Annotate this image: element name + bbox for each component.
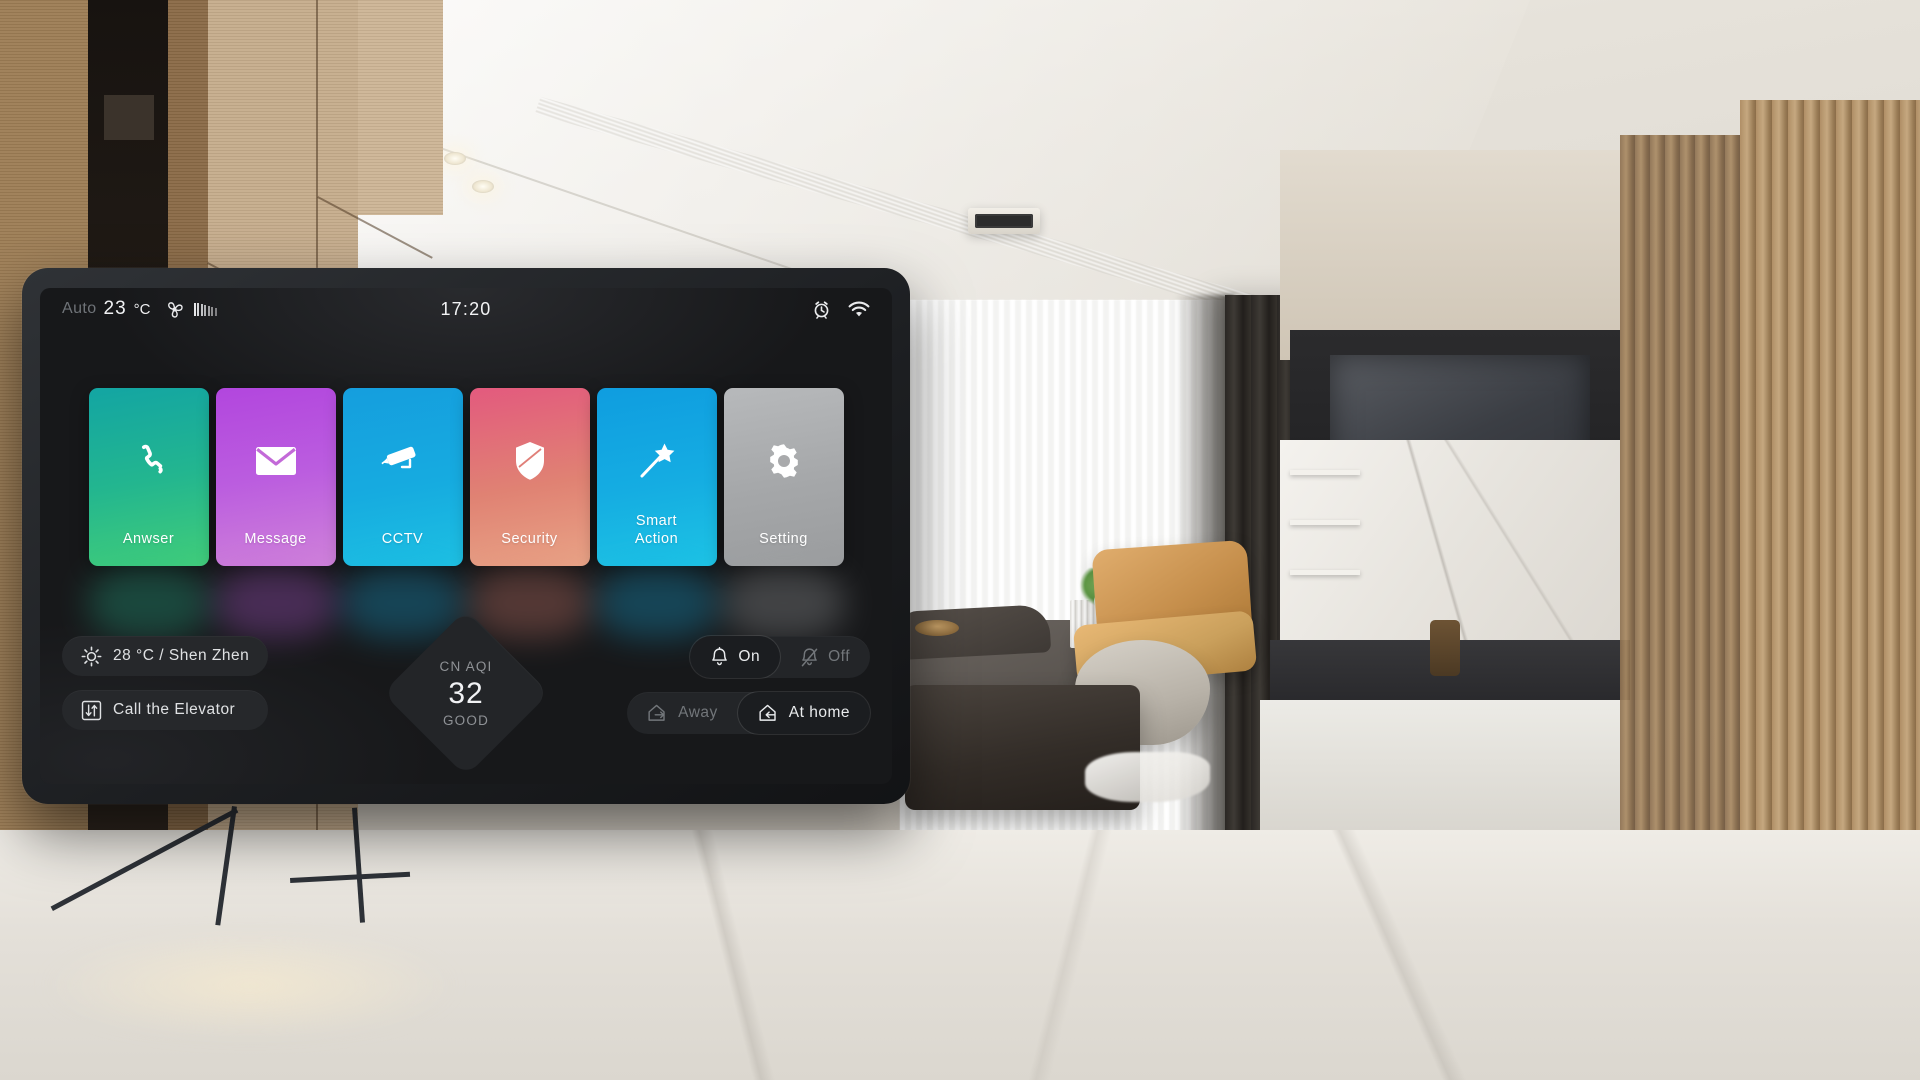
- tile-label-cctv: CCTV: [381, 530, 424, 547]
- wall-panel-device: Auto 23 °C 17:20 Anwser Message CCTV Sec…: [22, 268, 910, 804]
- wall-shelf-2: [1290, 520, 1360, 525]
- tile-smart-action[interactable]: Smart Action: [596, 388, 717, 566]
- call-elevator-label: Call the Elevator: [113, 701, 236, 718]
- at-home-button[interactable]: At home: [737, 692, 870, 734]
- envelope-icon: [216, 438, 336, 484]
- app-tile-grid: Anwser Message CCTV Security Smart Actio…: [40, 388, 892, 566]
- floor-light-reflection: [40, 930, 460, 1040]
- wifi-icon[interactable]: [848, 301, 870, 318]
- at-home-label: At home: [788, 704, 850, 721]
- air-quality-widget[interactable]: CN AQI 32 GOOD: [382, 598, 550, 784]
- right-widgets: On Off Away At home: [627, 636, 870, 734]
- doorbell-off-label: Off: [828, 648, 850, 665]
- wood-cabinet-panel-2: [358, 0, 443, 215]
- gear-icon: [724, 438, 844, 484]
- tile-answer[interactable]: Anwser: [88, 388, 209, 566]
- tile-label-smart-action: Smart Action: [634, 512, 679, 547]
- sun-icon: [81, 646, 102, 667]
- presence-toggle: Away At home: [627, 692, 870, 734]
- hvac-temperature: 23: [103, 298, 127, 319]
- weather-text: 28 °C / Shen Zhen: [113, 647, 250, 664]
- house-arrow-out-icon: [647, 703, 669, 723]
- status-bar: Auto 23 °C 17:20: [40, 288, 892, 330]
- tile-cctv[interactable]: CCTV: [342, 388, 463, 566]
- magic-wand-icon: [597, 438, 717, 484]
- away-button[interactable]: Away: [627, 692, 738, 734]
- hvac-mode-label: Auto: [62, 300, 97, 317]
- downlight-4: [472, 180, 494, 193]
- fan-speed-bars: [193, 302, 217, 316]
- aqi-standard-label: CN AQI: [439, 658, 493, 674]
- tile-setting[interactable]: Setting: [723, 388, 844, 566]
- tile-message[interactable]: Message: [215, 388, 336, 566]
- elevator-arrows-icon: [81, 700, 102, 721]
- downlight-3: [444, 152, 466, 165]
- left-widgets: 28 °C / Shen Zhen Call the Elevator: [62, 636, 269, 730]
- floor-basket: [1430, 620, 1460, 676]
- bottom-widget-row: 28 °C / Shen Zhen Call the Elevator CN A…: [40, 609, 892, 777]
- fan-icon: [164, 300, 185, 319]
- cctv-camera-icon: [343, 438, 463, 484]
- wall-shelf-3: [1290, 570, 1360, 575]
- doorbell-toggle: On Off: [690, 636, 870, 678]
- panel-screen: Auto 23 °C 17:20 Anwser Message CCTV Sec…: [40, 288, 892, 784]
- dark-recess-shelf: [104, 95, 154, 140]
- wall-shelf-1: [1290, 470, 1360, 475]
- shield-icon: [470, 438, 590, 484]
- alarm-clock-icon[interactable]: [812, 300, 831, 319]
- doorbell-off-button[interactable]: Off: [780, 636, 870, 678]
- call-elevator-button[interactable]: Call the Elevator: [62, 690, 269, 730]
- phone-icon: [89, 438, 209, 484]
- tile-label-message: Message: [244, 530, 307, 547]
- aqi-state-label: GOOD: [442, 712, 490, 728]
- hvac-status-group[interactable]: Auto 23 °C: [62, 298, 217, 320]
- ceiling-spot-fixture: [968, 208, 1040, 234]
- tile-label-security: Security: [501, 530, 558, 547]
- aqi-value: 32: [448, 676, 484, 710]
- away-label: Away: [678, 704, 718, 721]
- bell-icon: [710, 646, 729, 668]
- slat-wall-inner: [1620, 135, 1740, 925]
- weather-widget[interactable]: 28 °C / Shen Zhen: [62, 636, 269, 676]
- aqi-readout: CN AQI 32 GOOD: [440, 659, 493, 728]
- floor-throw: [1085, 752, 1210, 802]
- bell-slash-icon: [800, 647, 819, 668]
- straw-hat: [915, 620, 959, 636]
- status-icons-group: [812, 300, 870, 319]
- hvac-temperature-unit: °C: [133, 300, 151, 318]
- right-wall-upper: [1280, 150, 1640, 360]
- tile-label-answer: Anwser: [122, 530, 175, 547]
- doorbell-on-label: On: [738, 648, 761, 665]
- tile-label-setting: Setting: [759, 530, 808, 547]
- doorbell-on-button[interactable]: On: [690, 636, 781, 678]
- house-arrow-in-icon: [758, 703, 780, 723]
- tile-security[interactable]: Security: [469, 388, 590, 566]
